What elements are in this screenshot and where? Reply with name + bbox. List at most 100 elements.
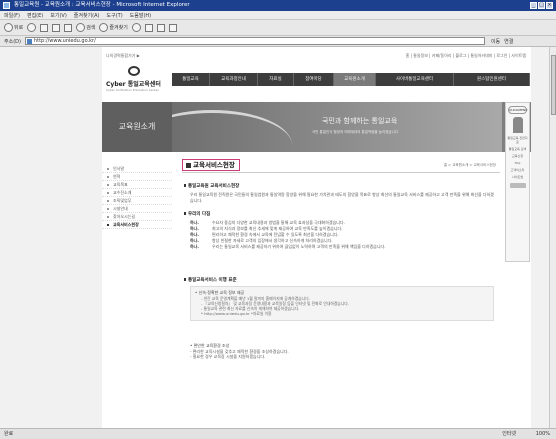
section-title-visual: 교육원소개 bbox=[102, 102, 172, 152]
mail-button[interactable] bbox=[144, 23, 153, 32]
quick-top-button[interactable] bbox=[509, 183, 526, 188]
quick-menu-character-icon bbox=[512, 117, 523, 133]
gnb-item-library[interactable]: 자료실 bbox=[258, 73, 294, 86]
heading-marker-icon bbox=[184, 184, 186, 187]
quick-item[interactable]: 사이트맵 bbox=[506, 175, 529, 179]
lnb-item-history[interactable]: 연혁 bbox=[102, 173, 172, 181]
banner-slogan: 국민과 함께하는 통일교육 bbox=[322, 117, 398, 125]
my-history-link[interactable]: 나의경력통합가기 ▶ bbox=[106, 53, 140, 59]
lnb-spacer bbox=[102, 152, 172, 165]
lnb-item-greeting[interactable]: 인사말 bbox=[102, 165, 172, 173]
back-arrow-icon bbox=[4, 23, 13, 32]
stop-button[interactable] bbox=[40, 23, 49, 32]
bullet-icon bbox=[107, 208, 109, 210]
gnb-item-about[interactable]: 교육원소개 bbox=[334, 73, 376, 86]
scrollbar-thumb[interactable] bbox=[551, 55, 556, 115]
quick-item[interactable]: FAQ bbox=[506, 161, 529, 165]
pledge-row: 하나. 우리는 통일교육 서비스를 제공하기 위하여 끊임없이 노력하며 고객의 … bbox=[190, 244, 386, 249]
close-button[interactable]: × bbox=[546, 2, 553, 9]
bullet-icon bbox=[107, 176, 109, 178]
print-button[interactable] bbox=[156, 23, 165, 32]
page-icon bbox=[26, 39, 32, 44]
back-button[interactable]: 뒤로 bbox=[4, 23, 23, 32]
environment-line: - 필요한 경우 교육장 시설을 지원하겠습니다. bbox=[190, 354, 266, 359]
minimize-button[interactable]: _ bbox=[530, 2, 537, 9]
content-title-bar: 교육서비스현장 홈 > 교육원소개 > 교육서비스현장 bbox=[182, 159, 500, 173]
refresh-button[interactable] bbox=[52, 23, 61, 32]
breadcrumb: 홈 > 교육원소개 > 교육서비스현장 bbox=[443, 163, 496, 167]
lnb-item-directions[interactable]: 찾아오시는길 bbox=[102, 213, 172, 221]
favorites-button[interactable]: 즐겨찾기 bbox=[99, 23, 128, 32]
ie-app-icon bbox=[3, 2, 10, 9]
quick-menu-head: QUICKMENU bbox=[508, 106, 528, 114]
lnb-item-goals[interactable]: 교육목표 bbox=[102, 181, 172, 189]
browser-toolbar: 뒤로 검색 즐겨찾기 bbox=[0, 20, 556, 36]
forward-button[interactable] bbox=[27, 23, 37, 32]
gnb-item-courses[interactable]: 교육과정안내 bbox=[210, 73, 258, 86]
history-icon bbox=[131, 23, 141, 32]
lnb-item-organization[interactable]: 조직및업무 bbox=[102, 197, 172, 205]
banner-subtext: 국민 통일인식 함양과 미래세대의 통일역량을 높이겠습니다 bbox=[312, 130, 399, 134]
menu-file[interactable]: 파일(F) bbox=[4, 12, 20, 19]
forward-arrow-icon bbox=[27, 23, 37, 32]
maximize-button[interactable]: □ bbox=[538, 2, 545, 9]
bullet-icon bbox=[107, 216, 109, 218]
quick-item[interactable]: 통일교육 검색 bbox=[506, 147, 529, 151]
gnb-item-participation[interactable]: 참여마당 bbox=[294, 73, 334, 86]
home-icon bbox=[64, 23, 73, 32]
edit-button[interactable] bbox=[168, 23, 177, 32]
search-button[interactable]: 검색 bbox=[76, 23, 95, 32]
web-page: 나의경력통합가기 ▶ 홈 | 통일정보 | 카페/동아리 | 블로그 | 통일아… bbox=[102, 47, 531, 428]
history-button[interactable] bbox=[131, 23, 141, 32]
address-input[interactable]: http://www.uniedu.go.kr/ bbox=[24, 37, 485, 45]
bullet-icon bbox=[107, 184, 109, 186]
menu-favorites[interactable]: 즐겨찾기(A) bbox=[74, 12, 100, 19]
lnb-item-facilities[interactable]: 시설안내 bbox=[102, 205, 172, 213]
quick-item[interactable]: 통일교육 관련자료 bbox=[506, 136, 529, 144]
menu-edit[interactable]: 편집(E) bbox=[27, 12, 43, 19]
menu-bar: 파일(F) 편집(E) 보기(V) 즐겨찾기(A) 도구(T) 도움말(H) bbox=[0, 11, 556, 20]
lnb-item-service-charter[interactable]: 교육서비스현장 bbox=[102, 221, 172, 229]
go-button[interactable]: 이동 bbox=[491, 38, 500, 45]
site-logo[interactable]: Cyber 통일교육센터 Cyber Unification Education… bbox=[106, 66, 164, 96]
visual-area: 교육원소개 국민과 함께하는 통일교육 국민 통일인식 함양과 미래세대의 통일… bbox=[102, 102, 531, 152]
heading-marker-icon bbox=[184, 212, 186, 215]
mail-icon bbox=[144, 23, 153, 32]
page-viewport: 나의경력통합가기 ▶ 홈 | 통일정보 | 카페/동아리 | 블로그 | 통일아… bbox=[0, 47, 549, 428]
star-icon bbox=[99, 23, 109, 32]
section-body: 우리 통일교육원 전직원은 국민들의 통일염원과 통일역량 함양을 위해 필요한… bbox=[190, 192, 494, 203]
top-utility-links: 나의경력통합가기 ▶ 홈 | 통일정보 | 카페/동아리 | 블로그 | 통일아… bbox=[106, 53, 526, 59]
refresh-icon bbox=[52, 23, 61, 32]
section-heading: 우리의 다짐 bbox=[184, 211, 494, 217]
global-navigation: 통일교육 교육과정안내 자료실 참여마당 교육원소개 사이버통일교육센터 원스탑… bbox=[172, 73, 530, 86]
menu-help[interactable]: 도움말(H) bbox=[130, 12, 151, 19]
standards-line: * http://www.uniedu.go.kr *자료실 이용 bbox=[201, 311, 272, 317]
address-label: 주소(D) bbox=[4, 38, 21, 45]
gnb-item-onestop[interactable]: 원스탑민원센터 bbox=[454, 73, 530, 86]
standards-box: • 신속·정확한 교육 정보 제공 - 연간 교육 운영계획을 매년 1월 말까… bbox=[190, 286, 494, 321]
stop-icon bbox=[40, 23, 49, 32]
security-zone: 인터넷 bbox=[502, 431, 516, 437]
title-marker-icon bbox=[186, 163, 191, 168]
status-bar: 완료 인터넷 100% bbox=[0, 428, 556, 439]
bullet-icon bbox=[107, 192, 109, 194]
home-button[interactable] bbox=[64, 23, 73, 32]
menu-view[interactable]: 보기(V) bbox=[50, 12, 67, 19]
logo-name: Cyber 통일교육센터 bbox=[106, 81, 161, 88]
vertical-scrollbar[interactable] bbox=[549, 47, 556, 428]
zoom-level[interactable]: 100% bbox=[536, 429, 550, 439]
quick-item[interactable]: 고객의소리 bbox=[506, 168, 529, 172]
utility-links[interactable]: 홈 | 통일정보 | 카페/동아리 | 블로그 | 통일아카데미 | 로그인 |… bbox=[406, 53, 526, 59]
left-navigation: 인사말 연혁 교육목표 교수진소개 조직및업무 시설안내 찾아오시는길 교육서비… bbox=[102, 152, 172, 352]
address-bar: 주소(D) http://www.uniedu.go.kr/ 이동 연결 bbox=[0, 36, 556, 47]
links-button[interactable]: 연결 bbox=[504, 38, 513, 45]
section-heading: 통일교육원 교육서비스현장 bbox=[184, 183, 494, 189]
menu-tools[interactable]: 도구(T) bbox=[107, 12, 123, 19]
lnb-item-faculty[interactable]: 교수진소개 bbox=[102, 189, 172, 197]
gnb-item-education[interactable]: 통일교육 bbox=[172, 73, 210, 86]
status-text: 완료 bbox=[4, 431, 14, 437]
section-heading: 통일교육서비스 이행 표준 bbox=[184, 277, 494, 283]
window-controls: _ □ × bbox=[530, 2, 553, 9]
gnb-item-cyber-center[interactable]: 사이버통일교육센터 bbox=[376, 73, 454, 86]
quick-item[interactable]: 교육신청 bbox=[506, 154, 529, 158]
